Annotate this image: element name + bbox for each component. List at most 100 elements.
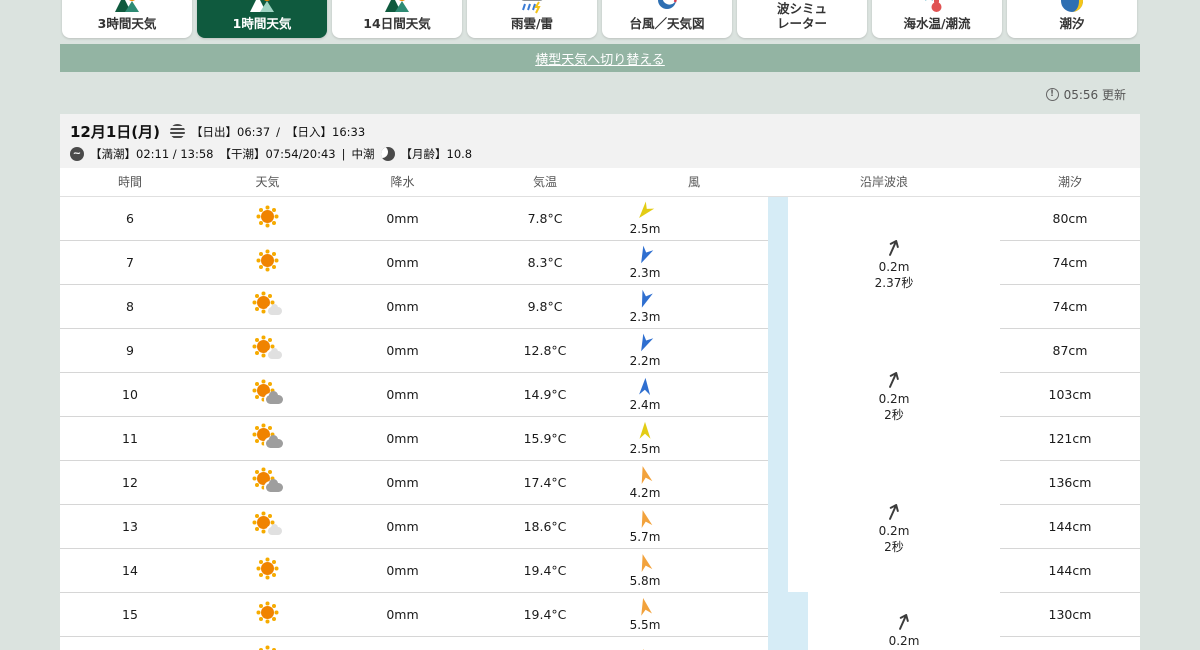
wind-speed: 2.3m: [629, 265, 661, 280]
column-header: 時間: [60, 168, 200, 197]
wave-height-band: [768, 460, 788, 592]
weather-cell: [200, 592, 335, 637]
sun-icon: [260, 253, 274, 267]
wind-direction-icon: [641, 597, 652, 616]
wind-speed: 5.5m: [629, 617, 661, 632]
sunset-time: 【日入】16:33: [286, 124, 366, 139]
weather-sun-icon: [252, 644, 284, 650]
column-header: 沿岸波浪: [768, 168, 1000, 197]
precip-cell: 0mm: [335, 372, 470, 417]
wave-height-band: [768, 592, 808, 650]
tab-wave-simulator[interactable]: 波シミュ レーター: [737, 0, 867, 38]
weather-cell: [200, 196, 335, 241]
weather-sun-icon: [252, 248, 284, 274]
tab-label: 雨雲/雷: [510, 15, 554, 31]
tab-weather-1h[interactable]: 1時間天気: [197, 0, 327, 38]
tab-sea-temperature[interactable]: 海水温/潮流: [872, 0, 1002, 38]
temp-cell: 7.8°C: [470, 196, 620, 241]
temp-cell: 12.8°C: [470, 328, 620, 373]
tab-label: 潮汐: [1059, 15, 1085, 31]
tab-label: 海水温/潮流: [903, 15, 971, 31]
day-header: 12月1日(月) 【日出】06:37 / 【日入】16:33 ~ 【満潮】02:…: [60, 114, 1140, 168]
high-tide-times: 【満潮】02:11 / 13:58: [90, 147, 214, 161]
wind-cell: 5.7m: [620, 504, 768, 549]
wave-period: 2秒: [884, 540, 904, 554]
weather-cell: [200, 284, 335, 329]
precip-cell: 0mm: [335, 196, 470, 241]
weather-1h-icon: [248, 0, 276, 14]
column-header: 風: [620, 168, 768, 197]
wind-direction-icon: [639, 201, 655, 218]
tide-wave-icon: ~: [70, 147, 84, 161]
wave-direction-icon: [899, 613, 909, 630]
weather-sun-cloud-gray-icon: [252, 380, 284, 406]
weather-cell: [200, 328, 335, 373]
wind-cell: 2.5m: [620, 196, 768, 241]
sunrise-icon: [170, 124, 186, 139]
sea-temperature-icon: [923, 0, 951, 14]
weather-sun-cloud-gray-icon: [252, 424, 284, 450]
temp-cell: 9.8°C: [470, 284, 620, 329]
table-row: 12 0mm 17.4°C 4.2m 0.2m 2秒 136cm: [60, 460, 1140, 592]
tab-weather-14d[interactable]: 14日間天気: [332, 0, 462, 38]
wind-speed: 2.2m: [629, 353, 661, 368]
wind-cell: 2.5m: [620, 416, 768, 461]
wind-cell: 2.4m: [620, 372, 768, 417]
date-label: 12月1日(月): [70, 123, 161, 141]
update-info-icon: !: [1045, 88, 1059, 101]
wave-direction-icon: [889, 240, 899, 256]
weather-sun-cloud-light-icon: [252, 292, 284, 318]
hour-cell: 12: [60, 460, 200, 505]
tab-typhoon[interactable]: 台風／天気図: [602, 0, 732, 38]
tab-rain-radar[interactable]: 雨雲/雷: [467, 0, 597, 38]
hour-cell: 16: [60, 636, 200, 650]
hour-cell: 10: [60, 372, 200, 417]
wind-speed: 5.8m: [629, 573, 661, 588]
sun-icon: [260, 209, 274, 223]
precip-cell: 0mm: [335, 240, 470, 285]
weather-cell: [200, 416, 335, 461]
tide-cell: 109cm: [1000, 636, 1140, 650]
precip-cell: 0mm: [335, 284, 470, 329]
wind-direction-icon: [639, 421, 651, 439]
hour-cell: 15: [60, 592, 200, 637]
tab-tide[interactable]: 潮汐: [1007, 0, 1137, 38]
wind-speed: 4.2m: [629, 485, 661, 500]
wind-speed: 2.5m: [629, 441, 661, 456]
sun-icon: [260, 605, 274, 619]
precip-cell: 0mm: [335, 416, 470, 461]
hour-cell: 8: [60, 284, 200, 329]
column-header: 気温: [470, 168, 620, 197]
temp-cell: 19.4°C: [470, 548, 620, 593]
tab-label: 1時間天気: [232, 15, 292, 31]
temp-cell: 19.1°C: [470, 636, 620, 650]
update-status: ! 05:56 更新: [60, 86, 1140, 103]
sun-icon: [256, 339, 270, 353]
wave-height: 0.2m: [878, 523, 910, 538]
wind-cell: 5.5m: [620, 592, 768, 637]
coastal-wave-cell: 0.2m2秒: [768, 592, 1000, 650]
hour-cell: 7: [60, 240, 200, 285]
wave-period: 2秒: [884, 408, 904, 422]
precip-cell: 0mm: [335, 636, 470, 650]
precip-cell: 0mm: [335, 328, 470, 373]
weather-3h-icon: [113, 0, 141, 14]
wind-cell: 2.2m: [620, 328, 768, 373]
hour-cell: 13: [60, 504, 200, 549]
weather-sun-cloud-light-icon: [252, 336, 284, 362]
moon-icon: [380, 147, 395, 161]
switch-layout-link[interactable]: 横型天気へ切り替える: [535, 49, 665, 68]
hour-cell: 11: [60, 416, 200, 461]
weather-sun-cloud-light-icon: [252, 512, 284, 538]
cloud-icon: [265, 434, 283, 448]
tide-cell: 103cm: [1000, 372, 1140, 417]
tab-weather-3h[interactable]: 3時間天気: [62, 0, 192, 38]
wave-period: 2.37秒: [874, 276, 914, 291]
temp-cell: 14.9°C: [470, 372, 620, 417]
tide-divider: |: [341, 147, 346, 161]
wind-speed: 2.5m: [629, 221, 661, 236]
tide-cell: 74cm: [1000, 240, 1140, 285]
tab-bar: 3時間天気 1時間天気 14日間天気 雨雲/雷 台風／天気図 波シミュ レーター 海水温/潮…: [62, 0, 1137, 38]
weather-sun-cloud-gray-icon: [252, 468, 284, 494]
sunrise-sunset-separator: /: [276, 124, 281, 139]
